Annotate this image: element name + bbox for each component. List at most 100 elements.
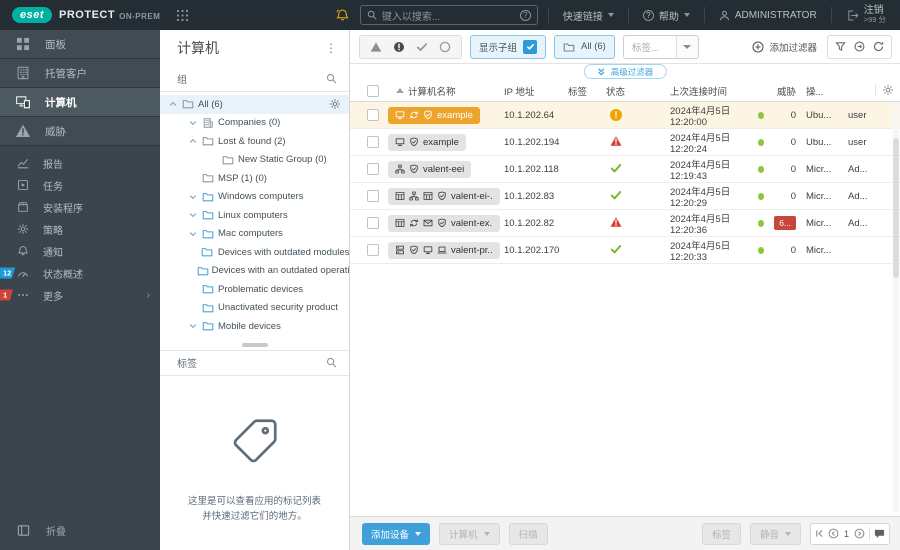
app-grid-icon[interactable] xyxy=(176,9,189,22)
caret-down-icon[interactable] xyxy=(186,119,200,127)
tree-item[interactable]: All (6) xyxy=(160,95,349,114)
column-threats[interactable]: 威胁 xyxy=(764,84,796,98)
computer-name-pill[interactable]: valent-eei xyxy=(388,160,472,178)
add-filter-button[interactable]: 添加过滤器 xyxy=(752,40,817,54)
tree-item[interactable]: Problematic devices xyxy=(160,280,349,299)
column-os[interactable]: 操... xyxy=(796,84,842,98)
table-row[interactable]: valent-pr... 10.1.202.170 2024年4月5日 12:20:… xyxy=(350,237,900,264)
sidebar-item-面板[interactable]: 面板 xyxy=(0,30,160,59)
computer-name-pill[interactable]: valent-ei-... xyxy=(388,187,500,205)
computer-actions-button[interactable]: 计算机 xyxy=(439,522,500,545)
sidebar-item-托管客户[interactable]: 托管客户 xyxy=(0,59,160,88)
caret-up-icon[interactable] xyxy=(186,137,200,145)
tree-item[interactable]: Linux computers xyxy=(160,206,349,225)
sidebar-item-安装程序[interactable]: 安装程序 xyxy=(0,196,160,218)
row-checkbox[interactable] xyxy=(367,163,379,175)
select-all-checkbox[interactable] xyxy=(367,84,379,97)
refresh-icon[interactable] xyxy=(873,41,884,52)
sidebar-collapse-button[interactable]: 折叠 xyxy=(0,518,160,542)
help-menu[interactable]: ? 帮助 xyxy=(639,8,694,23)
computer-name-pill[interactable]: valent-pr... xyxy=(388,241,500,259)
tags-filter-select[interactable]: 标签... xyxy=(622,34,699,59)
tree-item[interactable]: Unactivated security product xyxy=(160,299,349,318)
tree-item[interactable]: Windows computers xyxy=(160,188,349,207)
tree-item-label: Unactivated security product xyxy=(218,302,338,314)
search-help-icon[interactable]: ? xyxy=(519,9,531,21)
tree-item[interactable]: MSP (1) (0) xyxy=(160,169,349,188)
group-settings-gear-icon[interactable] xyxy=(329,98,341,113)
next-page-icon[interactable] xyxy=(854,528,865,539)
table-row[interactable]: valent-eei 10.1.202.118 2024年4月5日 12:19:43… xyxy=(350,156,900,183)
sidebar-item-报告[interactable]: 报告 xyxy=(0,152,160,174)
table-row[interactable]: example 10.1.202.194 2024年4月5日 12:20:24 0 Ub… xyxy=(350,129,900,156)
tree-item[interactable]: Mac computers xyxy=(160,225,349,244)
circle-icon[interactable] xyxy=(439,41,451,53)
dropdown-arrow-icon[interactable] xyxy=(675,35,698,58)
column-ip[interactable]: IP 地址 xyxy=(504,84,568,98)
row-checkbox[interactable] xyxy=(367,217,379,229)
caret-up-icon[interactable] xyxy=(166,100,180,108)
row-checkbox[interactable] xyxy=(367,109,379,121)
row-checkbox[interactable] xyxy=(367,244,379,256)
sidebar-item-更多[interactable]: 1 更多 › xyxy=(0,284,160,306)
sidebar-item-状态概述[interactable]: 12 状态概述 xyxy=(0,262,160,284)
checkbox-checked-icon[interactable] xyxy=(523,39,538,54)
table-scrollbar[interactable] xyxy=(893,102,899,512)
tree-item[interactable]: Companies (0) xyxy=(160,114,349,133)
caret-down-icon[interactable] xyxy=(186,230,200,238)
group-tree: All (6) Companies (0) Lost & found (2) New … xyxy=(160,92,349,336)
notifications-bell-icon[interactable] xyxy=(335,8,350,23)
caret-down-icon[interactable] xyxy=(186,322,200,330)
kebab-menu-icon[interactable]: ⋮ xyxy=(325,41,337,55)
first-page-icon[interactable] xyxy=(815,529,824,538)
tree-scrollbar[interactable] xyxy=(160,340,349,350)
tree-item[interactable]: Devices with an outdated operating syste… xyxy=(160,262,349,281)
check-icon[interactable] xyxy=(416,41,428,53)
column-tags[interactable]: 标签 xyxy=(568,84,606,98)
tree-item[interactable]: New Static Group (0) xyxy=(160,151,349,170)
advanced-filters-button[interactable]: 高级过滤器 xyxy=(583,64,667,79)
row-checkbox[interactable] xyxy=(367,136,379,148)
quick-links-menu[interactable]: 快速链接 xyxy=(559,8,618,23)
tree-item[interactable]: Devices with outdated modules xyxy=(160,243,349,262)
group-filter-button[interactable]: All (6) xyxy=(554,34,615,59)
logout-button[interactable]: 注销 >99 分 xyxy=(842,5,890,24)
user-menu[interactable]: ADMINISTRATOR xyxy=(715,10,821,21)
sidebar-item-计算机[interactable]: 计算机 xyxy=(0,88,160,117)
apply-filter-icon[interactable] xyxy=(854,41,865,52)
sidebar-item-策略[interactable]: 策略 xyxy=(0,218,160,240)
alert-circle-icon[interactable] xyxy=(393,41,405,53)
column-status[interactable]: 状态 xyxy=(606,84,660,98)
sidebar-item-威胁[interactable]: 威胁 xyxy=(0,117,160,146)
warning-triangle-icon[interactable] xyxy=(370,41,382,53)
caret-down-icon[interactable] xyxy=(186,211,200,219)
row-checkbox[interactable] xyxy=(367,190,379,202)
column-computer-name[interactable]: 计算机名称 xyxy=(388,84,504,98)
computer-name-pill[interactable]: example xyxy=(388,106,480,124)
table-row[interactable]: valent-ex... 10.1.202.82 2024年4月5日 12:20:3… xyxy=(350,210,900,237)
show-subgroups-toggle[interactable]: 显示子组 xyxy=(470,34,547,59)
sidebar-item-通知[interactable]: 通知 xyxy=(0,240,160,262)
add-device-button[interactable]: 添加设备 xyxy=(362,522,431,545)
caret-down-icon[interactable] xyxy=(186,193,200,201)
tree-item[interactable]: Mobile devices xyxy=(160,317,349,336)
sidebar-item-任务[interactable]: 任务 xyxy=(0,174,160,196)
group-search-icon[interactable] xyxy=(326,73,337,84)
feedback-bubble-icon[interactable] xyxy=(874,528,885,539)
advanced-filters-label: 高级过滤器 xyxy=(610,66,654,77)
tag-search-icon[interactable] xyxy=(326,357,337,368)
folder-gray-icon xyxy=(200,172,215,184)
scan-button[interactable]: 扫描 xyxy=(508,522,548,545)
filter-presets-icon[interactable] xyxy=(835,41,846,52)
column-settings-gear-icon[interactable] xyxy=(875,84,894,96)
tree-item[interactable]: Lost & found (2) xyxy=(160,132,349,151)
tags-button[interactable]: 标签 xyxy=(701,522,741,545)
table-row[interactable]: valent-ei-... 10.1.202.83 2024年4月5日 12:20:… xyxy=(350,183,900,210)
computer-name-pill[interactable]: valent-ex... xyxy=(388,214,500,232)
column-last-connected[interactable]: 上次连接时间 xyxy=(660,84,764,98)
mute-button[interactable]: 静音 xyxy=(749,522,801,545)
computer-name-pill[interactable]: example xyxy=(388,133,466,151)
table-row[interactable]: example 10.1.202.64! 2024年4月5日 12:20:00 0 Ub… xyxy=(350,102,900,129)
global-search-input[interactable]: 键入以搜索... ? xyxy=(359,5,538,25)
prev-page-icon[interactable] xyxy=(828,528,839,539)
